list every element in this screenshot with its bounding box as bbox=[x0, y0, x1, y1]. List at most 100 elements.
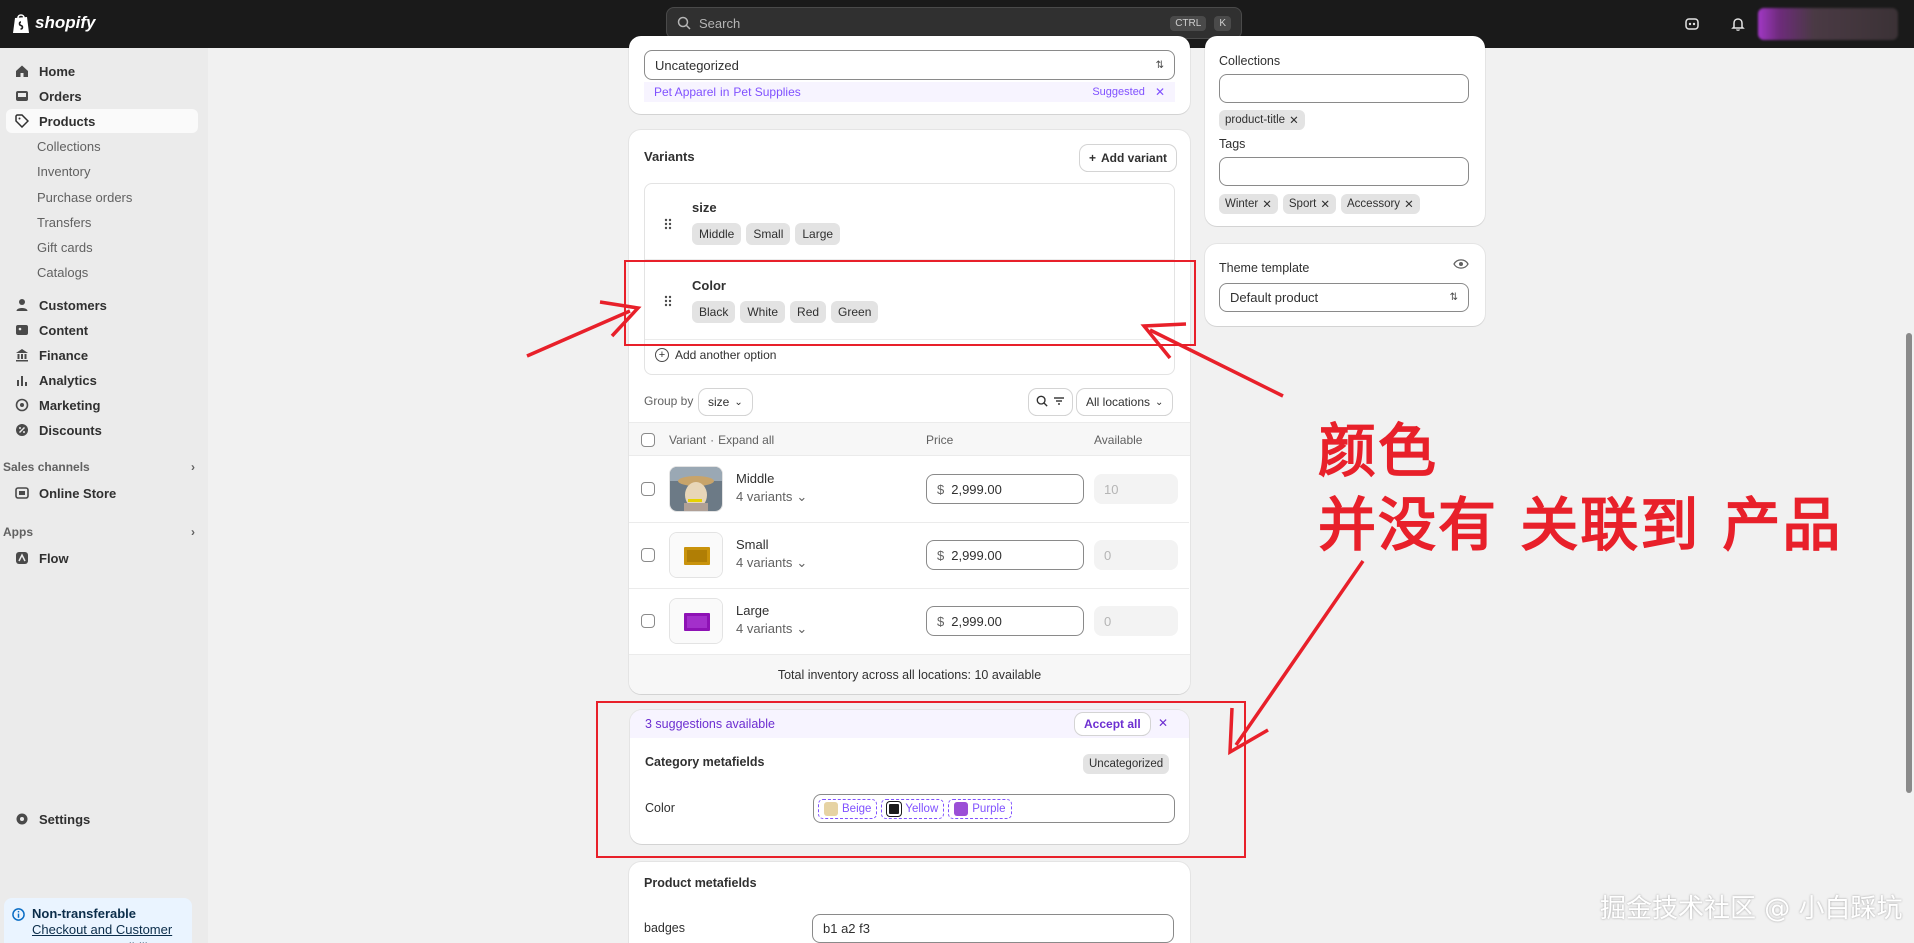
product-tag[interactable]: Accessory ✕ bbox=[1341, 194, 1420, 214]
bank-icon bbox=[14, 347, 30, 363]
page-scrollbar[interactable] bbox=[1904, 48, 1914, 943]
sidebar: Home Orders Products Collections Invento… bbox=[0, 48, 208, 943]
sidekick-icon[interactable] bbox=[1680, 12, 1704, 36]
shortcut-k: K bbox=[1214, 15, 1231, 31]
sidebar-item-finance[interactable]: Finance bbox=[6, 343, 198, 367]
available-input[interactable]: 10 bbox=[1094, 474, 1178, 504]
theme-template-select[interactable]: Default product ⇅ bbox=[1219, 283, 1469, 312]
available-input[interactable]: 0 bbox=[1094, 540, 1178, 570]
table-row[interactable]: Small 4 variants ⌄ $ 2,999.00 0 bbox=[629, 522, 1190, 588]
add-variant-label: Add variant bbox=[1101, 151, 1168, 165]
variant-row-expand[interactable]: 4 variants ⌄ bbox=[736, 555, 807, 571]
sales-channels-heading[interactable]: Sales channels › bbox=[3, 460, 195, 474]
annotation-text-line2: 并没有 关联到 产品 bbox=[1318, 491, 1843, 559]
remove-tag-icon[interactable]: ✕ bbox=[1404, 197, 1414, 211]
annotation-text-line1: 颜色 bbox=[1318, 417, 1439, 485]
sidebar-item-label: Content bbox=[39, 322, 89, 338]
price-input[interactable]: $ 2,999.00 bbox=[926, 540, 1084, 570]
add-another-option-button[interactable]: + Add another option bbox=[655, 348, 776, 362]
table-row[interactable]: Large 4 variants ⌄ $ 2,999.00 0 bbox=[629, 588, 1190, 654]
locations-select[interactable]: All locations ⌄ bbox=[1077, 389, 1173, 415]
notice-link[interactable]: Checkout and Customer Accounts Extensibi… bbox=[32, 921, 184, 943]
sidebar-item-content[interactable]: Content bbox=[6, 318, 198, 342]
row-checkbox[interactable] bbox=[641, 482, 655, 496]
product-metafields-card: Product metafields badges b1 a2 f3 bbox=[629, 862, 1190, 943]
remove-tag-icon[interactable]: ✕ bbox=[1320, 197, 1330, 211]
tag-icon bbox=[14, 113, 30, 129]
sidebar-item-label: Marketing bbox=[39, 397, 101, 413]
apps-heading[interactable]: Apps › bbox=[3, 525, 195, 539]
dismiss-suggestion-icon[interactable]: ✕ bbox=[1155, 85, 1165, 99]
row-checkbox[interactable] bbox=[641, 548, 655, 562]
remove-tag-icon[interactable]: ✕ bbox=[1289, 113, 1299, 127]
sidebar-item-home[interactable]: Home bbox=[6, 59, 198, 83]
variant-row-expand[interactable]: 4 variants ⌄ bbox=[736, 621, 807, 637]
collections-input[interactable] bbox=[1219, 74, 1469, 103]
badges-input[interactable]: b1 a2 f3 bbox=[812, 914, 1174, 943]
tags-input[interactable] bbox=[1219, 157, 1469, 186]
product-tag[interactable]: Winter ✕ bbox=[1219, 194, 1278, 214]
sidebar-item-label: Analytics bbox=[39, 372, 97, 388]
brand-name: shopify bbox=[35, 13, 96, 32]
scrollbar-thumb[interactable] bbox=[1906, 333, 1912, 793]
add-variant-button[interactable]: + Add variant bbox=[1080, 145, 1177, 171]
option-name-size[interactable]: size bbox=[692, 200, 717, 215]
select-all-checkbox[interactable] bbox=[641, 433, 655, 447]
discount-icon bbox=[14, 422, 30, 438]
sidebar-sub-collections[interactable]: Collections bbox=[37, 135, 101, 157]
category-suggestion[interactable]: Pet Apparel in Pet Supplies Suggested ✕ bbox=[644, 82, 1175, 102]
row-checkbox[interactable] bbox=[641, 614, 655, 628]
currency-symbol: $ bbox=[937, 481, 945, 497]
sidebar-sub-catalogs[interactable]: Catalogs bbox=[37, 261, 88, 283]
option-value-chip: Large bbox=[795, 223, 841, 245]
search-bar[interactable]: CTRL K bbox=[666, 7, 1242, 39]
variant-count: 4 variants bbox=[736, 621, 793, 636]
remove-tag-icon[interactable]: ✕ bbox=[1262, 197, 1272, 211]
sidebar-sub-transfers[interactable]: Transfers bbox=[37, 211, 91, 233]
store-icon bbox=[14, 485, 30, 501]
group-by-select[interactable]: size ⌄ bbox=[699, 389, 752, 415]
search-input[interactable] bbox=[699, 15, 1163, 31]
product-tag[interactable]: Sport ✕ bbox=[1282, 194, 1337, 214]
option-values-size[interactable]: Middle Small Large bbox=[692, 223, 845, 245]
sidebar-item-settings[interactable]: Settings bbox=[6, 807, 198, 831]
tag-label: Accessory bbox=[1347, 198, 1401, 210]
sidebar-item-flow[interactable]: Flow bbox=[6, 546, 198, 570]
sidebar-item-customers[interactable]: Customers bbox=[6, 293, 198, 317]
variant-thumbnail[interactable] bbox=[669, 466, 723, 512]
category-select[interactable]: Uncategorized ⇅ bbox=[644, 50, 1175, 80]
sidebar-item-online-store[interactable]: Online Store bbox=[6, 481, 198, 505]
eye-icon[interactable] bbox=[1453, 258, 1469, 273]
table-row[interactable]: Middle 4 variants ⌄ $ 2,999.00 10 bbox=[629, 456, 1190, 522]
search-filter-button[interactable] bbox=[1029, 389, 1072, 415]
drag-handle-icon[interactable] bbox=[663, 217, 673, 231]
expand-all-link[interactable]: Expand all bbox=[718, 433, 774, 447]
variant-row-name: Small bbox=[736, 537, 769, 552]
store-avatar[interactable] bbox=[1758, 8, 1898, 40]
variant-thumbnail[interactable] bbox=[669, 598, 723, 644]
sidebar-sub-purchase-orders[interactable]: Purchase orders bbox=[37, 186, 132, 208]
available-input[interactable]: 0 bbox=[1094, 606, 1178, 636]
price-input[interactable]: $ 2,999.00 bbox=[926, 606, 1084, 636]
bell-icon[interactable] bbox=[1726, 12, 1750, 36]
price-column-header: Price bbox=[926, 433, 954, 447]
sidebar-item-discounts[interactable]: Discounts bbox=[6, 418, 198, 442]
sidebar-item-analytics[interactable]: Analytics bbox=[6, 368, 198, 392]
collection-tag[interactable]: product-title ✕ bbox=[1219, 110, 1305, 130]
sidebar-sub-inventory[interactable]: Inventory bbox=[37, 160, 90, 182]
variant-count: 4 variants bbox=[736, 555, 793, 570]
price-input[interactable]: $ 2,999.00 bbox=[926, 474, 1084, 504]
plus-circle-icon: + bbox=[655, 348, 669, 362]
sidebar-item-products[interactable]: Products bbox=[6, 109, 198, 133]
variant-row-expand[interactable]: 4 variants ⌄ bbox=[736, 489, 807, 505]
sidebar-item-label: Discounts bbox=[39, 422, 102, 438]
sidebar-item-orders[interactable]: Orders bbox=[6, 84, 198, 108]
currency-symbol: $ bbox=[937, 613, 945, 629]
sidebar-sub-gift-cards[interactable]: Gift cards bbox=[37, 236, 93, 258]
sidebar-item-marketing[interactable]: Marketing bbox=[6, 393, 198, 417]
watermark: 掘金技术社区 @ 小白踩坑 bbox=[1600, 894, 1903, 924]
shopify-logo[interactable]: shopify bbox=[12, 12, 95, 34]
price-value: 2,999.00 bbox=[951, 481, 1002, 497]
gear-icon bbox=[14, 811, 30, 827]
variant-thumbnail[interactable] bbox=[669, 532, 723, 578]
